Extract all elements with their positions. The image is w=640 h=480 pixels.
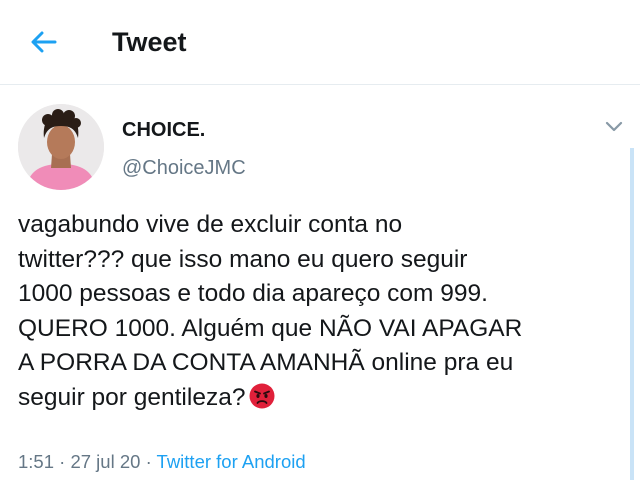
- tweet-source-link[interactable]: Twitter for Android: [157, 451, 306, 472]
- meta-separator: ·: [59, 451, 66, 472]
- tweet-text-line: twitter??? que isso mano eu quero seguir: [18, 245, 468, 273]
- angry-face-icon: [249, 383, 275, 409]
- meta-separator: ·: [145, 451, 152, 472]
- tweet-text-line: seguir por gentileza?: [18, 383, 246, 411]
- author-display-name[interactable]: CHOICE.: [122, 118, 205, 142]
- tweet-meta: 1:51 · 27 jul 20 · Twitter for Android: [18, 450, 306, 474]
- tweet-menu-button[interactable]: [600, 116, 628, 138]
- chevron-down-icon: [605, 121, 623, 132]
- page-title: Tweet: [112, 27, 187, 57]
- arrow-left-icon: [31, 31, 57, 53]
- header-bar: Tweet: [0, 0, 640, 85]
- tweet-text: vagabundo vive de excluir conta no twitt…: [18, 208, 630, 416]
- avatar[interactable]: [18, 104, 104, 190]
- author-handle[interactable]: @ChoiceJMC: [122, 156, 246, 180]
- tweet-text-line: vagabundo vive de excluir conta no: [18, 211, 403, 238]
- profile-photo: [18, 104, 104, 190]
- tweet-text-line: A PORRA DA CONTA AMANHÃ online pra eu: [18, 349, 514, 377]
- tweet-text-last-line: seguir por gentileza?: [18, 381, 630, 416]
- tweet-text-line: 1000 pessoas e todo dia apareço com 999.: [18, 280, 488, 308]
- back-button[interactable]: [24, 24, 64, 60]
- tweet-text-line: QUERO 1000. Alguém que NÃO VAI APAGAR: [18, 314, 523, 342]
- tweet-date: 27 jul 20: [70, 451, 141, 472]
- tweet-time: 1:51: [18, 451, 55, 472]
- scrollbar[interactable]: [630, 148, 634, 480]
